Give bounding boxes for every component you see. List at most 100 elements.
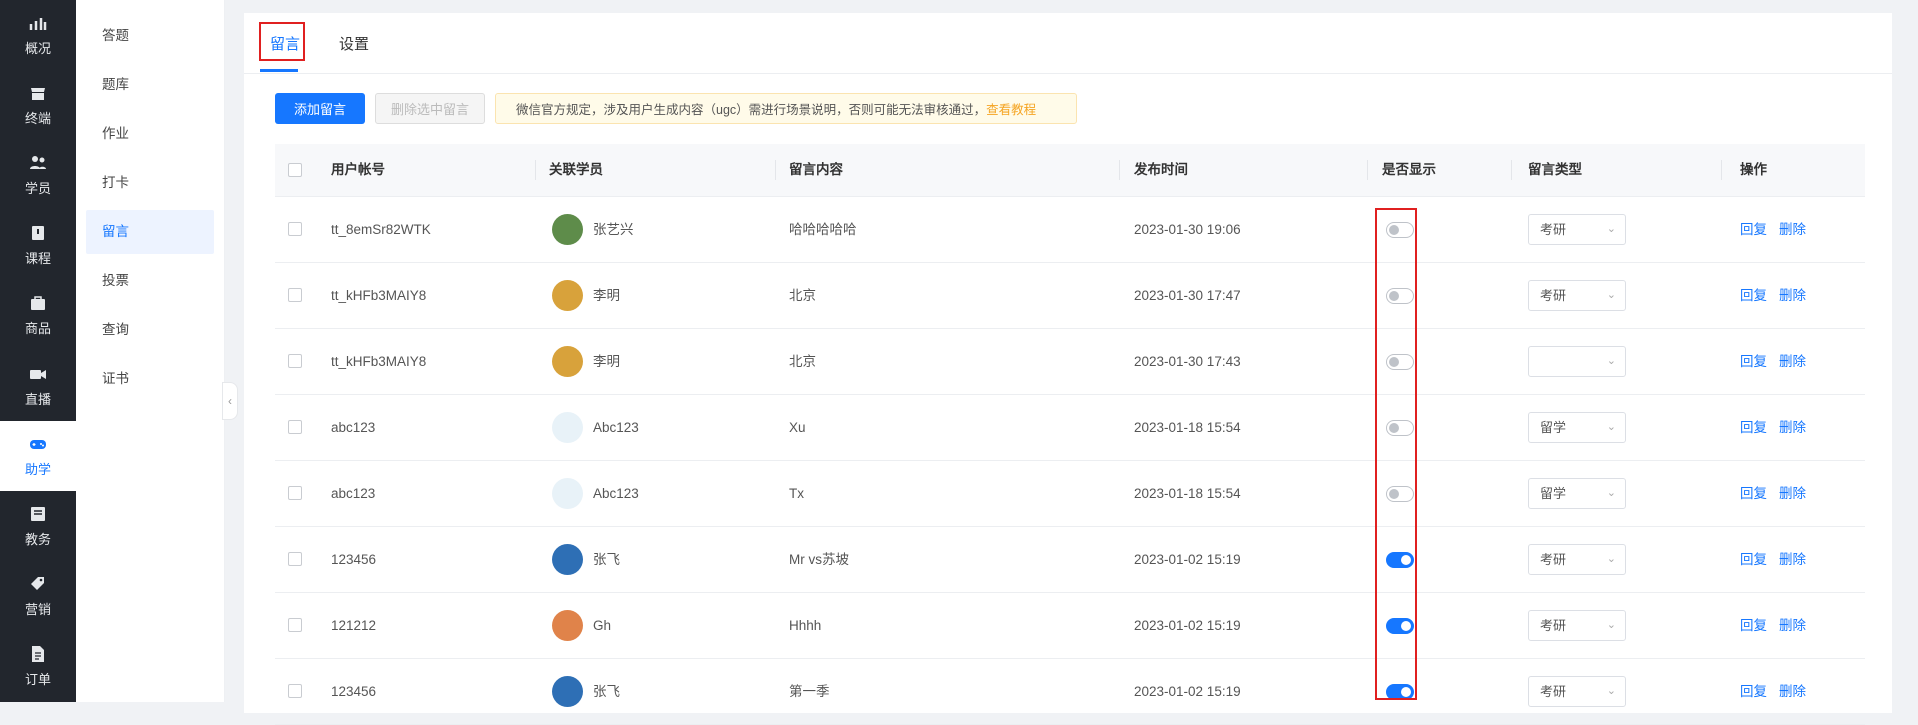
cell-account: tt_8emSr82WTK [331,222,431,237]
delete-link[interactable]: 删除 [1779,593,1806,658]
view-tutorial-link[interactable]: 查看教程 [986,99,1036,118]
rail-item[interactable]: 课程 [0,211,76,281]
subnav-item[interactable]: 打卡 [86,161,214,205]
subnav-item[interactable]: 留言 [86,210,214,254]
visibility-toggle[interactable] [1386,552,1414,568]
visibility-toggle[interactable] [1386,222,1414,238]
row-checkbox[interactable] [288,288,302,302]
visibility-toggle[interactable] [1386,354,1414,370]
subnav-item[interactable]: 题库 [86,63,214,107]
highlight-box-tab [259,22,305,61]
rail-item[interactable]: 直播 [0,351,76,421]
toggle-knob [1389,489,1399,499]
rail-item[interactable]: 终端 [0,70,76,140]
type-select-value: 留学 [1540,486,1567,501]
avatar [552,544,583,575]
delete-link[interactable]: 删除 [1779,395,1806,460]
visibility-toggle[interactable] [1386,420,1414,436]
add-message-button[interactable]: 添加留言 [275,93,365,124]
delete-link[interactable]: 删除 [1779,197,1806,262]
subnav-item[interactable]: 证书 [86,357,214,401]
rail-item-label: 课程 [24,251,51,267]
avatar [552,478,583,509]
reply-link[interactable]: 回复 [1740,395,1767,460]
type-select[interactable]: 考研 ⌄ [1528,676,1626,707]
visibility-toggle[interactable] [1386,684,1414,700]
rail-item[interactable]: 学员 [0,140,76,210]
cell-time: 2023-01-30 17:47 [1134,288,1241,303]
rail-item[interactable]: 助学 [0,421,76,492]
delete-link[interactable]: 删除 [1779,263,1806,328]
rail-item[interactable]: 教务 [0,491,76,561]
toggle-knob [1389,357,1399,367]
cell-content: 第一季 [789,684,830,699]
rail-item[interactable]: 概况 [0,0,76,70]
type-select[interactable]: 留学 ⌄ [1528,478,1626,509]
rail-item-label: 订单 [24,672,51,688]
row-checkbox[interactable] [288,618,302,632]
delete-link[interactable]: 删除 [1779,659,1806,724]
reply-link[interactable]: 回复 [1740,197,1767,262]
avatar [552,412,583,443]
table-row: 123456 张飞 第一季 2023-01-02 15:19 考研 ⌄ 回复 删除 [275,659,1865,725]
messages-table: 用户帐号 关联学员 留言内容 发布时间 是否显示 留言类型 操作 tt_8emS… [275,144,1865,725]
users-icon [29,154,47,172]
row-checkbox[interactable] [288,420,302,434]
reply-link[interactable]: 回复 [1740,527,1767,592]
header-divider [1721,160,1722,180]
cell-account: 123456 [331,552,377,567]
cell-time: 2023-01-18 15:54 [1134,486,1241,501]
notice-text: 微信官方规定，涉及用户生成内容（ugc）需进行场景说明，否则可能无法审核通过， [516,103,987,117]
rail-item[interactable]: 商品 [0,281,76,351]
reply-link[interactable]: 回复 [1740,461,1767,526]
toggle-knob [1401,687,1411,697]
cell-account: abc123 [331,486,376,501]
reply-link[interactable]: 回复 [1740,263,1767,328]
header-divider [1119,160,1120,180]
type-select[interactable]: 留学 ⌄ [1528,412,1626,443]
chevron-down-icon: ⌄ [1606,223,1616,235]
visibility-toggle[interactable] [1386,618,1414,634]
type-select[interactable]: 考研 ⌄ [1528,280,1626,311]
type-select[interactable]: 考研 ⌄ [1528,214,1626,245]
row-checkbox[interactable] [288,354,302,368]
reply-link[interactable]: 回复 [1740,329,1767,394]
row-checkbox[interactable] [288,486,302,500]
cell-content: Xu [789,420,806,435]
table-row: abc123 Abc123 Tx 2023-01-18 15:54 留学 ⌄ 回复 删除 [275,461,1865,527]
rail-item[interactable]: 订单 [0,632,76,702]
row-checkbox[interactable] [288,552,302,566]
reply-link[interactable]: 回复 [1740,593,1767,658]
select-all-checkbox[interactable] [288,163,302,177]
type-select[interactable]: ⌄ [1528,346,1626,377]
subnav-item[interactable]: 投票 [86,259,214,303]
visibility-toggle[interactable] [1386,288,1414,304]
chevron-left-icon: ‹ [228,394,232,408]
document-icon [29,645,47,663]
rail-item-label: 直播 [24,391,51,407]
delete-link[interactable]: 删除 [1779,329,1806,394]
cell-student: 张艺兴 [593,222,634,237]
type-select[interactable]: 考研 ⌄ [1528,544,1626,575]
delete-link[interactable]: 删除 [1779,527,1806,592]
video-icon [29,365,47,383]
subnav-item[interactable]: 作业 [86,112,214,156]
subnav-item[interactable]: 查询 [86,308,214,352]
reply-link[interactable]: 回复 [1740,659,1767,724]
rail-item[interactable]: 营销 [0,562,76,632]
row-checkbox[interactable] [288,222,302,236]
type-select[interactable]: 考研 ⌄ [1528,610,1626,641]
row-checkbox[interactable] [288,684,302,698]
cell-student: Gh [593,618,612,633]
collapse-sidebar-handle[interactable]: ‹ [222,382,238,420]
toggle-knob [1401,621,1411,631]
visibility-toggle[interactable] [1386,486,1414,502]
subnav-item[interactable]: 答题 [86,14,214,58]
toggle-knob [1389,423,1399,433]
tab-settings[interactable]: 设置 [339,33,369,54]
avatar [552,280,583,311]
delete-link[interactable]: 删除 [1779,461,1806,526]
toggle-knob [1389,225,1399,235]
type-select-value: 留学 [1540,420,1567,435]
table-row: tt_kHFb3MAIY8 李明 北京 2023-01-30 17:43 ⌄ 回复 删除 [275,329,1865,395]
